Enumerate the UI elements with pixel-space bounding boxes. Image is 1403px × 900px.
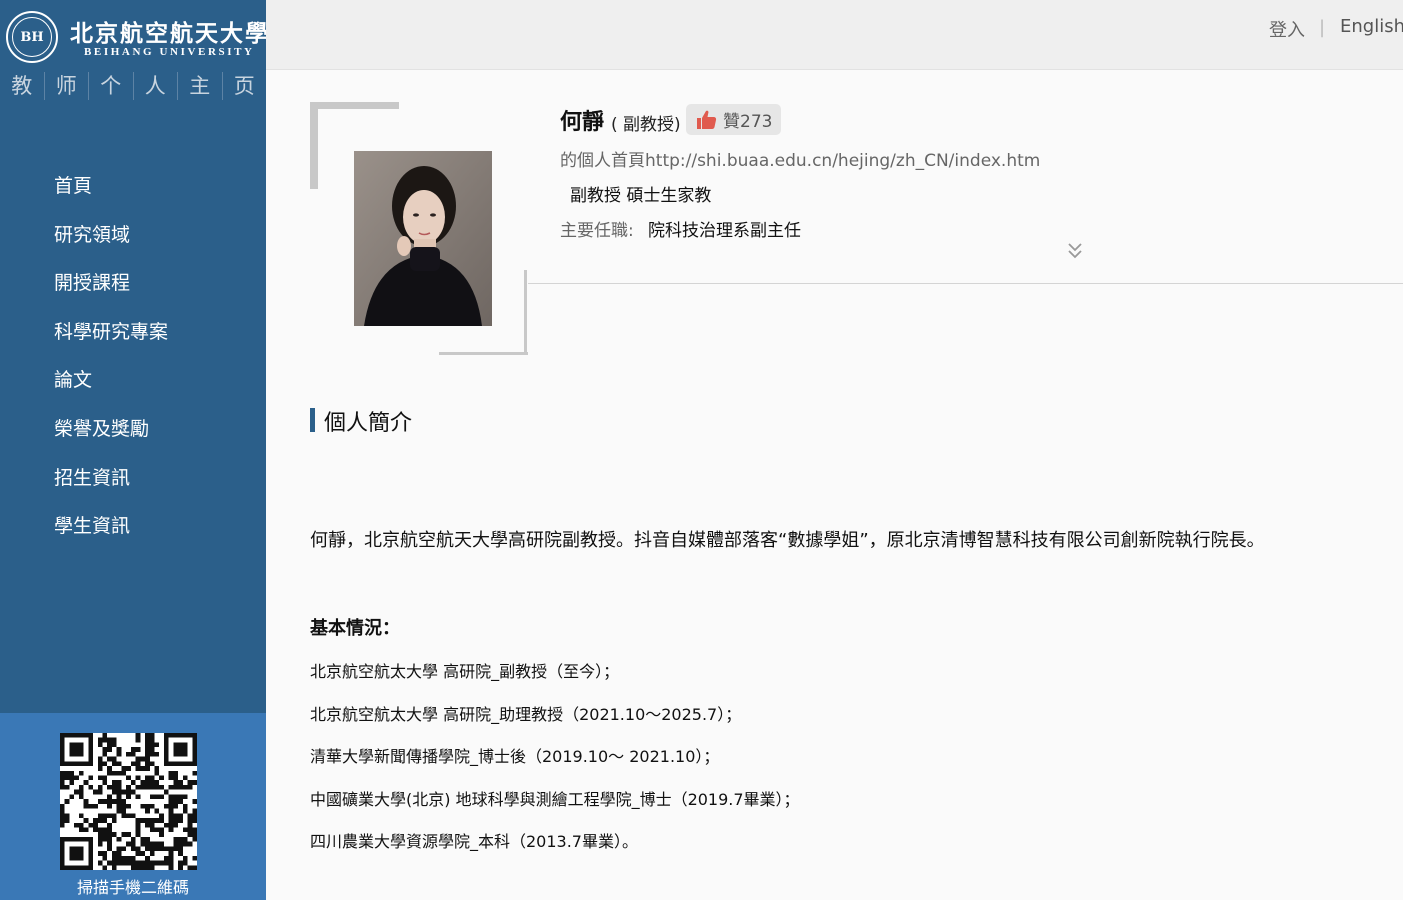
- sidebar-item-admissions[interactable]: 招生資訊: [54, 462, 168, 511]
- sidebar-item-research-areas[interactable]: 研究領域: [54, 219, 168, 268]
- homepage-char: 主: [177, 72, 222, 100]
- photo-frame-corner: [439, 352, 528, 355]
- photo-frame-corner: [310, 102, 399, 109]
- university-name-cn: 北京航空航天大學: [70, 20, 270, 47]
- sidebar-item-home[interactable]: 首頁: [54, 170, 168, 219]
- sidebar-item-honors[interactable]: 榮譽及獎勵: [54, 413, 168, 462]
- top-bar: 登入 | English: [266, 0, 1403, 70]
- position-value: 院科技治理系副主任: [648, 221, 801, 241]
- bio-intro: 何靜，北京航空航天大學高研院副教授。抖音自媒體部落客“數據學姐”，原北京清博智慧…: [310, 530, 1265, 551]
- double-chevron-down-icon[interactable]: [1066, 241, 1084, 261]
- profile-title: ( 副教授): [611, 115, 681, 135]
- homepage-char: 师: [43, 72, 89, 100]
- teacher-homepage-label: 教 师 个 人 主 页: [0, 72, 266, 100]
- homepage-char: 人: [132, 72, 178, 100]
- list-item: 北京航空航太大學 高研院_助理教授（2021.10～2025.7）；: [310, 704, 742, 724]
- profile-photo: [354, 151, 492, 326]
- english-link[interactable]: English: [1340, 16, 1403, 37]
- career-list: 北京航空航太大學 高研院_副教授（至今）； 北京航空航太大學 高研院_助理教授（…: [310, 660, 800, 873]
- login-link[interactable]: 登入: [1269, 16, 1305, 42]
- basic-info-heading: 基本情況：: [310, 618, 400, 639]
- list-item: 中國礦業大學(北京) 地球科學與測繪工程學院_博士（2019.7畢業）；: [310, 789, 800, 809]
- section-accent-bar: [310, 408, 315, 432]
- homepage-char: 页: [221, 72, 267, 100]
- profile-divider: [528, 283, 1403, 284]
- profile-ranks: 副教授 碩士生家教: [570, 186, 712, 206]
- qr-caption: 掃描手機二維碼: [76, 878, 189, 897]
- like-button[interactable]: 贊273: [686, 104, 781, 135]
- list-item: 四川農業大學資源學院_本科（2013.7畢業）。: [310, 832, 638, 852]
- position-label: 主要任職:: [560, 221, 634, 241]
- sidebar-item-papers[interactable]: 論文: [54, 364, 168, 413]
- qr-panel: 掃描手機二維碼: [0, 713, 266, 900]
- list-item: 清華大學新聞傳播學院_博士後（2019.10～ 2021.10）；: [310, 747, 720, 767]
- topbar-divider: |: [1319, 17, 1326, 38]
- qr-code: [60, 733, 197, 870]
- homepage-char: 个: [88, 72, 133, 100]
- sidebar: BH 北京航空航天大學 BEIHANG UNIVERSITY 教 师 个 人 主…: [0, 0, 268, 900]
- profile-name: 何靜: [560, 110, 605, 135]
- university-name-en: BEIHANG UNIVERSITY: [84, 46, 255, 58]
- homepage-url-link[interactable]: 的個人首頁http://shi.buaa.edu.cn/hejing/zh_CN…: [560, 146, 1040, 171]
- sidebar-nav: 首頁 研究領域 開授課程 科學研究專案 論文 榮譽及獎勵 招生資訊 學生資訊: [54, 170, 168, 559]
- section-title: 個人簡介: [324, 411, 413, 436]
- photo-frame-corner: [524, 270, 527, 355]
- sidebar-item-research-projects[interactable]: 科學研究專案: [54, 316, 168, 365]
- photo-frame-corner: [310, 102, 318, 189]
- list-item: 北京航空航太大學 高研院_副教授（至今）；: [310, 662, 620, 681]
- sidebar-item-students[interactable]: 學生資訊: [54, 510, 168, 559]
- homepage-char: 教: [11, 74, 33, 98]
- university-seal-icon: BH: [6, 11, 58, 63]
- thumbs-up-icon: [697, 110, 717, 129]
- like-count: 贊273: [723, 112, 773, 132]
- sidebar-item-courses[interactable]: 開授課程: [54, 267, 168, 316]
